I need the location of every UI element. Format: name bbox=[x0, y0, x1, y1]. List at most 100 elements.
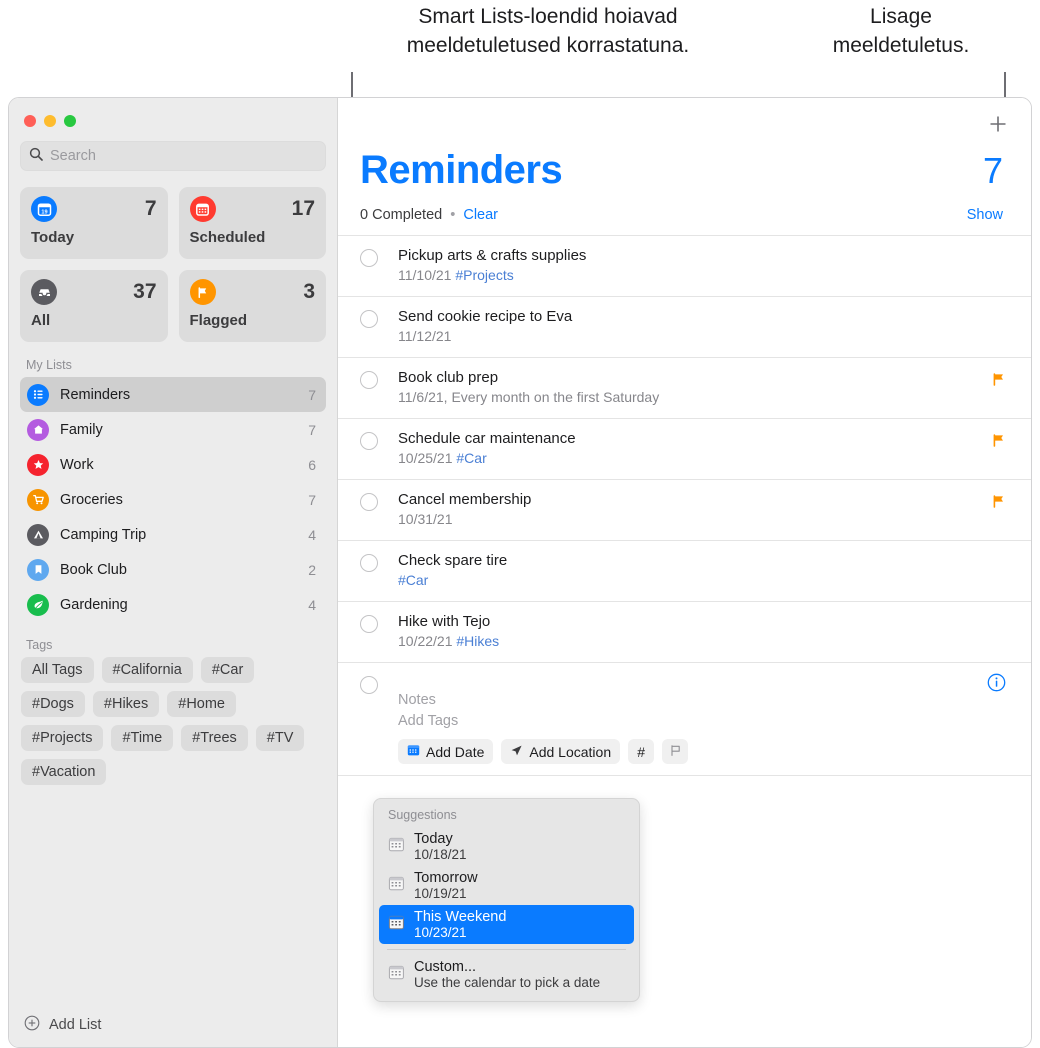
table-row[interactable]: Cancel membership 10/31/21 bbox=[338, 479, 1031, 540]
suggestion-label: Tomorrow bbox=[414, 870, 478, 886]
tag-all-tags[interactable]: All Tags bbox=[21, 657, 94, 683]
popup-divider bbox=[387, 949, 626, 950]
table-row[interactable]: Check spare tire #Car bbox=[338, 540, 1031, 601]
complete-circle[interactable] bbox=[360, 432, 378, 450]
sidebar-item-reminders[interactable]: Reminders 7 bbox=[20, 377, 326, 412]
minimize-button[interactable] bbox=[44, 115, 56, 127]
reminder-tag[interactable]: #Car bbox=[398, 572, 428, 588]
complete-circle[interactable] bbox=[360, 615, 378, 633]
info-circle-icon[interactable] bbox=[987, 673, 1006, 697]
cart-icon bbox=[27, 488, 49, 511]
add-list-label: Add List bbox=[49, 1017, 102, 1033]
hash-icon: # bbox=[637, 743, 645, 760]
sidebar-item-label: Camping Trip bbox=[60, 526, 147, 543]
suggestion-date: 10/18/21 bbox=[414, 847, 467, 862]
smart-card-today[interactable]: 19 7 Today bbox=[20, 187, 168, 259]
clear-button[interactable]: Clear bbox=[463, 207, 498, 223]
separator-dot: • bbox=[450, 207, 456, 223]
notes-placeholder[interactable]: Notes bbox=[398, 690, 688, 711]
smart-card-label: All bbox=[31, 312, 51, 329]
suggestion-item-today[interactable]: Today 10/18/21 bbox=[379, 827, 634, 866]
new-reminder-toolbar: Add Date Add Location # bbox=[398, 739, 689, 764]
location-arrow-icon bbox=[510, 744, 523, 760]
tag-california[interactable]: #California bbox=[101, 657, 193, 683]
smart-card-label: Scheduled bbox=[189, 229, 266, 246]
calendar-icon bbox=[407, 744, 420, 760]
complete-circle[interactable] bbox=[360, 310, 378, 328]
tag-dogs[interactable]: #Dogs bbox=[21, 691, 85, 717]
complete-circle[interactable] bbox=[360, 493, 378, 511]
table-row[interactable]: Hike with Tejo 10/22/21 #Hikes bbox=[338, 601, 1031, 662]
reminder-tag[interactable]: #Projects bbox=[455, 267, 513, 283]
search-input[interactable] bbox=[50, 148, 317, 164]
tag-trees[interactable]: #Trees bbox=[181, 725, 248, 751]
reminder-date: 10/31/21 bbox=[398, 511, 453, 527]
complete-circle[interactable] bbox=[360, 371, 378, 389]
tag-projects[interactable]: #Projects bbox=[21, 725, 104, 751]
add-tags-placeholder[interactable]: Add Tags bbox=[398, 711, 688, 732]
completed-count: 0 Completed bbox=[360, 207, 443, 223]
add-location-label: Add Location bbox=[529, 743, 612, 760]
star-icon bbox=[27, 453, 49, 476]
tag-time[interactable]: #Time bbox=[111, 725, 174, 751]
add-tag-button[interactable]: # bbox=[628, 739, 655, 764]
smart-card-all[interactable]: 37 All bbox=[20, 270, 168, 342]
house-icon bbox=[27, 418, 49, 441]
tag-hikes[interactable]: #Hikes bbox=[92, 691, 160, 717]
add-location-button[interactable]: Add Location bbox=[501, 739, 621, 764]
leaf-icon bbox=[27, 593, 49, 616]
reminder-date: 10/22/21 bbox=[398, 633, 453, 649]
reminder-tag[interactable]: #Car bbox=[456, 450, 486, 466]
my-lists-header: My Lists bbox=[26, 358, 72, 372]
reminder-meta: 11/10/21 #Projects bbox=[398, 267, 586, 283]
sidebar-item-family[interactable]: Family 7 bbox=[20, 412, 326, 447]
sidebar-item-camping-trip[interactable]: Camping Trip 4 bbox=[20, 517, 326, 552]
close-button[interactable] bbox=[24, 115, 36, 127]
date-suggestions-popup: Suggestions Today 10/18/21 Tomorrow 10/1… bbox=[373, 798, 640, 1002]
table-row[interactable]: Send cookie recipe to Eva 11/12/21 bbox=[338, 296, 1031, 357]
reminder-meta: 10/31/21 bbox=[398, 511, 531, 527]
suggestion-hint: Use the calendar to pick a date bbox=[414, 975, 601, 990]
add-list-button[interactable]: Add List bbox=[9, 1003, 337, 1047]
reminder-meta: 10/22/21 #Hikes bbox=[398, 633, 499, 649]
tag-car[interactable]: #Car bbox=[200, 657, 255, 683]
sidebar-item-work[interactable]: Work 6 bbox=[20, 447, 326, 482]
reminder-tag[interactable]: #Hikes bbox=[456, 633, 499, 649]
table-row[interactable]: Book club prep 11/6/21, Every month on t… bbox=[338, 357, 1031, 418]
smart-card-flagged[interactable]: 3 Flagged bbox=[178, 270, 326, 342]
sidebar-item-label: Book Club bbox=[60, 561, 127, 578]
reminder-date: 11/12/21 bbox=[398, 328, 452, 344]
sidebar-item-groceries[interactable]: Groceries 7 bbox=[20, 482, 326, 517]
add-date-button[interactable]: Add Date bbox=[398, 739, 494, 764]
tags-header: Tags bbox=[26, 638, 53, 652]
smart-card-label: Today bbox=[31, 229, 75, 246]
smart-card-count: 37 bbox=[133, 280, 157, 303]
calendar-icon bbox=[189, 196, 216, 222]
flag-button[interactable] bbox=[662, 739, 689, 764]
reminder-title: Pickup arts & crafts supplies bbox=[398, 247, 587, 264]
smart-card-count: 17 bbox=[291, 197, 315, 220]
complete-circle[interactable] bbox=[360, 249, 378, 267]
new-reminder-row[interactable]: Notes Add Tags Add Date Add Location # bbox=[338, 662, 1031, 775]
complete-circle[interactable] bbox=[360, 676, 378, 694]
reminder-title: Book club prep bbox=[398, 369, 499, 386]
sidebar-item-gardening[interactable]: Gardening 4 bbox=[20, 587, 326, 622]
tag-tv[interactable]: #TV bbox=[255, 725, 305, 751]
complete-circle[interactable] bbox=[360, 554, 378, 572]
suggestion-item-tomorrow[interactable]: Tomorrow 10/19/21 bbox=[379, 866, 634, 905]
sidebar-item-book-club[interactable]: Book Club 2 bbox=[20, 552, 326, 587]
suggestion-item-custom[interactable]: Custom... Use the calendar to pick a dat… bbox=[379, 955, 634, 994]
sidebar-item-label: Work bbox=[60, 456, 94, 473]
suggestion-item-this-weekend[interactable]: This Weekend 10/23/21 bbox=[379, 905, 634, 944]
sidebar-item-count: 6 bbox=[308, 456, 316, 473]
table-row[interactable]: Schedule car maintenance 10/25/21 #Car bbox=[338, 418, 1031, 479]
maximize-button[interactable] bbox=[64, 115, 76, 127]
tag-home[interactable]: #Home bbox=[167, 691, 236, 717]
tag-vacation[interactable]: #Vacation bbox=[21, 759, 107, 785]
suggestion-label: This Weekend bbox=[414, 909, 507, 925]
reminders-list: Pickup arts & crafts supplies 11/10/21 #… bbox=[338, 235, 1031, 776]
table-row[interactable]: Pickup arts & crafts supplies 11/10/21 #… bbox=[338, 235, 1031, 296]
smart-card-scheduled[interactable]: 17 Scheduled bbox=[178, 187, 326, 259]
show-button[interactable]: Show bbox=[967, 207, 1003, 223]
search-field[interactable] bbox=[20, 141, 326, 171]
